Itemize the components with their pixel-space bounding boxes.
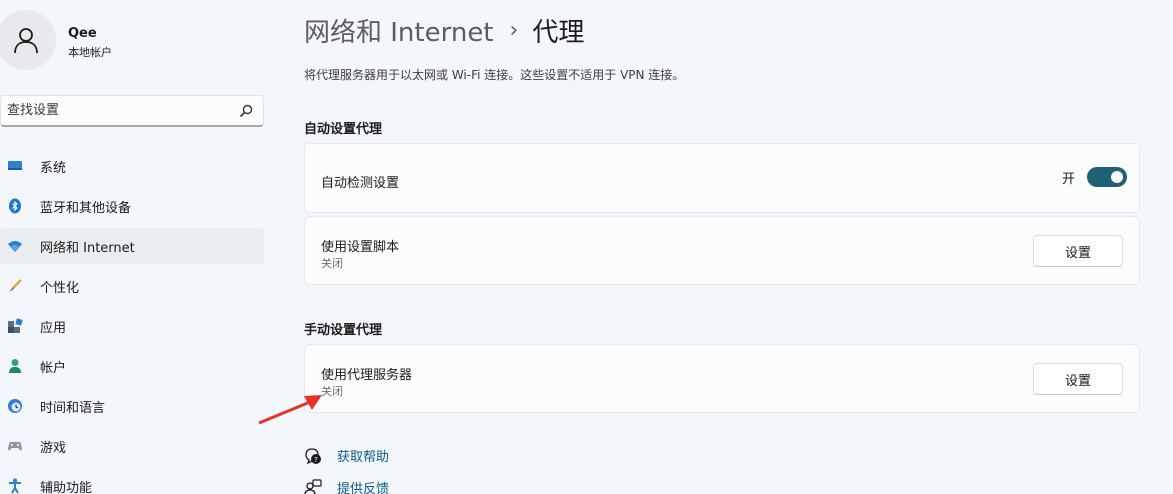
accessibility-icon bbox=[9, 478, 21, 494]
person-icon bbox=[14, 28, 38, 54]
sidebar-item-accounts[interactable]: 帐户 bbox=[0, 348, 264, 384]
sidebar: Qee 本地帐户 系统 蓝牙和其他设备 bbox=[0, 0, 270, 494]
user-name: Qee bbox=[68, 26, 97, 41]
sidebar-item-bluetooth[interactable]: 蓝牙和其他设备 bbox=[0, 188, 264, 224]
sidebar-item-label: 网络和 Internet bbox=[40, 240, 135, 256]
get-help-link[interactable]: ? 获取帮助 bbox=[304, 446, 389, 465]
search-box[interactable] bbox=[0, 95, 264, 127]
main-content: 网络和 Internet › 代理 将代理服务器用于以太网或 Wi-Fi 连接。… bbox=[304, 0, 1144, 494]
proxy-server-label: 使用代理服务器 bbox=[321, 368, 413, 383]
proxy-server-card: 使用代理服务器 关闭 设置 bbox=[304, 344, 1140, 413]
apps-icon bbox=[8, 318, 23, 333]
account-type: 本地帐户 bbox=[68, 46, 112, 59]
auto-detect-label: 自动检测设置 bbox=[321, 176, 400, 191]
auto-detect-card: 自动检测设置 开 bbox=[304, 143, 1140, 213]
setup-script-button[interactable]: 设置 bbox=[1033, 235, 1123, 267]
feedback-link[interactable]: 提供反馈 bbox=[304, 478, 389, 494]
setup-script-card: 使用设置脚本 关闭 设置 bbox=[304, 216, 1140, 285]
sidebar-item-system[interactable]: 系统 bbox=[0, 148, 264, 184]
page-title: 代理 bbox=[532, 17, 585, 48]
get-help-label[interactable]: 获取帮助 bbox=[337, 446, 389, 465]
sidebar-item-label: 个性化 bbox=[40, 280, 80, 296]
setup-script-status: 关闭 bbox=[321, 257, 343, 270]
annotation-arrow-icon bbox=[258, 395, 322, 425]
monitor-icon bbox=[8, 161, 22, 170]
feedback-icon bbox=[304, 478, 322, 494]
sidebar-item-network[interactable]: 网络和 Internet bbox=[0, 228, 264, 264]
section-title-manual: 手动设置代理 bbox=[304, 323, 383, 338]
sidebar-item-gaming[interactable]: 游戏 bbox=[0, 428, 264, 464]
sidebar-item-apps[interactable]: 应用 bbox=[0, 308, 264, 344]
sidebar-item-personalization[interactable]: 个性化 bbox=[0, 268, 264, 304]
brush-icon bbox=[9, 279, 22, 292]
sidebar-item-label: 游戏 bbox=[40, 440, 67, 456]
help-icon: ? bbox=[305, 447, 321, 464]
user-profile[interactable]: Qee 本地帐户 bbox=[0, 10, 270, 72]
auto-detect-toggle[interactable] bbox=[1087, 167, 1127, 187]
search-icon[interactable] bbox=[239, 104, 253, 118]
globe-clock-icon bbox=[8, 399, 22, 413]
auto-detect-toggle-group: 开 bbox=[1062, 167, 1127, 187]
sidebar-item-label: 帐户 bbox=[40, 360, 67, 376]
sidebar-item-label: 辅助功能 bbox=[40, 480, 93, 494]
proxy-server-setup-button[interactable]: 设置 bbox=[1033, 363, 1123, 395]
breadcrumb-parent[interactable]: 网络和 Internet bbox=[304, 12, 494, 49]
sidebar-item-label: 系统 bbox=[40, 160, 67, 176]
sidebar-item-time-language[interactable]: 时间和语言 bbox=[0, 388, 264, 424]
wifi-icon bbox=[8, 241, 22, 252]
toggle-state-label: 开 bbox=[1061, 171, 1075, 187]
person-icon bbox=[9, 359, 21, 373]
gamepad-icon bbox=[8, 442, 22, 451]
sidebar-item-label: 应用 bbox=[40, 320, 67, 336]
avatar[interactable] bbox=[0, 10, 56, 70]
sidebar-item-label: 蓝牙和其他设备 bbox=[40, 200, 132, 216]
feedback-label[interactable]: 提供反馈 bbox=[337, 478, 389, 494]
svg-text:?: ? bbox=[314, 456, 318, 464]
page-description: 将代理服务器用于以太网或 Wi-Fi 连接。这些设置不适用于 VPN 连接。 bbox=[304, 68, 685, 82]
chevron-right-icon: › bbox=[509, 17, 519, 43]
section-title-auto: 自动设置代理 bbox=[304, 122, 383, 137]
nav-list: 系统 蓝牙和其他设备 网络和 Internet 个性化 应用 帐户 时间和语言 … bbox=[0, 148, 270, 494]
sidebar-item-label: 时间和语言 bbox=[40, 400, 106, 416]
search-input[interactable] bbox=[1, 103, 229, 118]
breadcrumb: 网络和 Internet › 代理 bbox=[304, 10, 584, 50]
setup-script-label: 使用设置脚本 bbox=[321, 240, 400, 255]
sidebar-item-accessibility[interactable]: 辅助功能 bbox=[0, 468, 264, 494]
bluetooth-icon bbox=[9, 198, 21, 214]
toggle-knob bbox=[1111, 171, 1123, 183]
